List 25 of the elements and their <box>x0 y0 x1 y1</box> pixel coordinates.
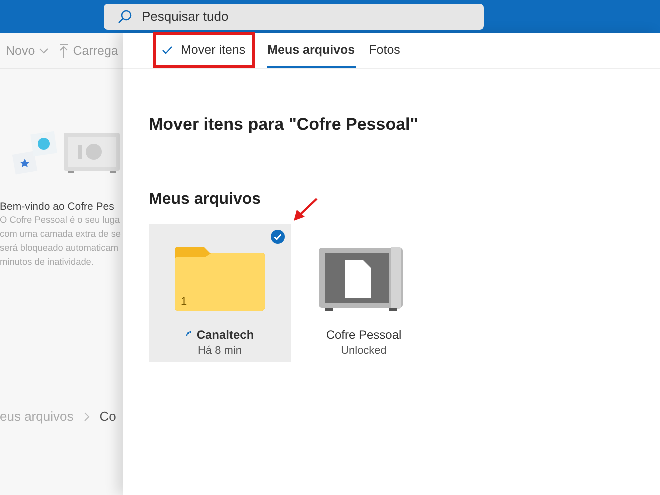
folder-icon <box>173 246 267 312</box>
welcome-text-line: será bloqueado automaticam <box>0 242 118 255</box>
welcome-title: Bem-vindo ao Cofre Pes <box>0 201 114 213</box>
vault-tile[interactable]: Cofre Pessoal Unlocked <box>293 224 435 362</box>
search-icon <box>118 10 132 24</box>
item-meta: Unlocked <box>341 345 387 357</box>
item-name: Canaltech <box>186 328 254 342</box>
chevron-right-icon <box>84 412 90 422</box>
chevron-down-icon <box>39 48 50 54</box>
welcome-text-line: com uma camada extra de se <box>0 228 122 241</box>
item-meta: Há 8 min <box>198 345 242 357</box>
dialog-title: Mover itens para "Cofre Pessoal" <box>149 115 420 135</box>
tab[interactable]: Fotos <box>368 33 402 68</box>
tab[interactable]: Meus arquivos <box>266 33 356 68</box>
checkmark-icon <box>162 46 173 54</box>
item-name: Cofre Pessoal <box>326 328 402 342</box>
move-items-button[interactable]: Mover itens <box>153 32 255 68</box>
welcome-text-line: O Cofre Pessoal é o seu luga <box>0 214 120 227</box>
breadcrumb-item[interactable]: Co <box>100 409 116 424</box>
section-title: Meus arquivos <box>149 191 262 209</box>
item-count: 1 <box>181 296 188 308</box>
upload-arrow-icon <box>59 44 70 58</box>
search-field[interactable]: Pesquisar tudo <box>104 4 484 30</box>
welcome-text-line: minutos de inatividade. <box>0 256 94 269</box>
selected-check-icon <box>271 230 285 244</box>
